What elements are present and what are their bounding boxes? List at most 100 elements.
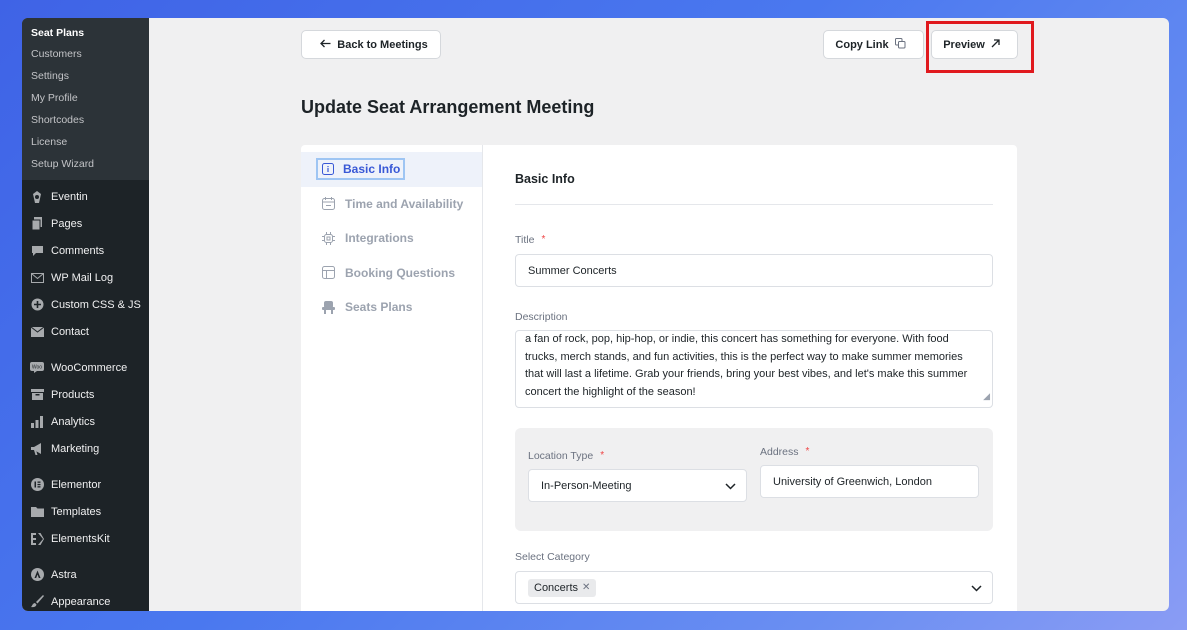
- location-panel: Location Type * In-Person-Meeting Address…: [515, 428, 993, 531]
- copy-link-button[interactable]: Copy Link: [823, 30, 924, 59]
- preview-highlight-box: [926, 21, 1034, 73]
- location-type-value: In-Person-Meeting: [541, 479, 632, 492]
- sidebar-item-label: Elementor: [51, 478, 102, 491]
- title-input[interactable]: Summer Concerts: [515, 254, 993, 287]
- copy-icon: [894, 37, 906, 52]
- integration-icon: [321, 231, 335, 245]
- settings-tabs: Basic Info Time and Availability Integra…: [301, 145, 483, 611]
- remove-tag-icon[interactable]: ✕: [582, 582, 590, 593]
- form-card: Basic Info Time and Availability Integra…: [301, 145, 1017, 611]
- table-icon: [321, 266, 335, 280]
- sidebar-item-eventin[interactable]: Eventin: [22, 183, 149, 210]
- address-label: Address *: [760, 446, 810, 458]
- plus-circle-icon: [30, 298, 44, 312]
- elementor-icon: [30, 478, 44, 492]
- address-input[interactable]: University of Greenwich, London: [760, 465, 979, 498]
- admin-sidebar: Seat Plans Customers Settings My Profile…: [22, 18, 149, 611]
- sidebar-item-contact[interactable]: Contact: [22, 318, 149, 345]
- mail-icon: [30, 271, 44, 285]
- main-content: Back to Meetings Copy Link Preview Updat…: [149, 18, 1169, 611]
- submenu-item-settings[interactable]: Settings: [22, 66, 149, 88]
- sidebar-item-elementskit[interactable]: ElementsKit: [22, 525, 149, 552]
- sidebar-item-astra[interactable]: Astra: [22, 561, 149, 588]
- sidebar-item-marketing[interactable]: Marketing: [22, 435, 149, 462]
- submenu-item-my-profile[interactable]: My Profile: [22, 88, 149, 110]
- tab-time-and-availability[interactable]: Time and Availability: [301, 187, 482, 222]
- comments-icon: [30, 244, 44, 258]
- sidebar-item-products[interactable]: Products: [22, 381, 149, 408]
- sidebar-item-label: Products: [51, 388, 95, 401]
- submenu-item-shortcodes[interactable]: Shortcodes: [22, 110, 149, 132]
- location-type-select[interactable]: In-Person-Meeting: [528, 469, 747, 502]
- tab-basic-info[interactable]: Basic Info: [301, 152, 482, 187]
- sidebar-item-comments[interactable]: Comments: [22, 237, 149, 264]
- arrow-left-icon: [320, 39, 331, 51]
- sidebar-item-templates[interactable]: Templates: [22, 498, 149, 525]
- megaphone-icon: [30, 442, 44, 456]
- description-label: Description: [515, 311, 568, 323]
- folder-icon: [30, 505, 44, 519]
- seat-icon: [321, 300, 335, 314]
- back-to-meetings-button[interactable]: Back to Meetings: [301, 30, 441, 59]
- sidebar-item-pages[interactable]: Pages: [22, 210, 149, 237]
- svg-text:Woo: Woo: [32, 365, 42, 371]
- products-icon: [30, 388, 44, 402]
- sidebar-item-woocommerce[interactable]: Woo WooCommerce: [22, 354, 149, 381]
- category-select[interactable]: Concerts ✕: [515, 571, 993, 604]
- sidebar-item-label: Appearance: [51, 595, 111, 608]
- back-button-label: Back to Meetings: [337, 38, 428, 51]
- envelope-icon: [30, 325, 44, 339]
- sidebar-item-label: WooCommerce: [51, 361, 128, 374]
- section-title: Basic Info: [515, 172, 575, 186]
- astra-icon: [30, 568, 44, 582]
- sidebar-item-wp-mail-log[interactable]: WP Mail Log: [22, 264, 149, 291]
- app-window: Seat Plans Customers Settings My Profile…: [22, 18, 1169, 611]
- sidebar-item-label: Marketing: [51, 442, 100, 455]
- submenu-title[interactable]: Seat Plans: [22, 24, 149, 44]
- calendar-icon: [321, 197, 335, 211]
- sidebar-item-label: WP Mail Log: [51, 271, 114, 284]
- sidebar-item-label: Contact: [51, 325, 89, 338]
- sidebar-item-appearance[interactable]: Appearance: [22, 588, 149, 611]
- category-label: Select Category: [515, 551, 590, 563]
- tab-label: Booking Questions: [345, 265, 456, 280]
- category-tag: Concerts ✕: [528, 578, 597, 597]
- sidebar-item-label: Eventin: [51, 190, 88, 203]
- tab-seats-plans[interactable]: Seats Plans: [301, 290, 482, 325]
- tab-label: Seats Plans: [345, 300, 413, 315]
- submenu-item-license[interactable]: License: [22, 132, 149, 154]
- location-type-label: Location Type *: [528, 450, 605, 462]
- eventin-icon: [30, 190, 44, 204]
- tab-integrations[interactable]: Integrations: [301, 221, 482, 256]
- resize-handle-icon[interactable]: ◢: [983, 388, 990, 406]
- required-mark: *: [541, 234, 546, 245]
- title-label: Title *: [515, 234, 546, 246]
- chevron-down-icon: [725, 479, 736, 493]
- chevron-down-icon: [971, 581, 982, 595]
- sidebar-item-custom-css-js[interactable]: Custom CSS & JS: [22, 291, 149, 318]
- sidebar-item-label: ElementsKit: [51, 532, 110, 545]
- brush-icon: [30, 595, 44, 609]
- description-textarea[interactable]: a fan of rock, pop, hip-hop, or indie, t…: [515, 330, 993, 408]
- info-icon: [321, 162, 335, 176]
- sidebar-item-label: Comments: [51, 244, 105, 257]
- pages-icon: [30, 217, 44, 231]
- analytics-icon: [30, 415, 44, 429]
- sidebar-item-label: Custom CSS & JS: [51, 298, 141, 311]
- tab-label: Integrations: [345, 231, 414, 246]
- sidebar-item-elementor[interactable]: Elementor: [22, 471, 149, 498]
- tab-label: Basic Info: [343, 162, 401, 177]
- section-divider: [515, 204, 993, 205]
- tab-booking-questions[interactable]: Booking Questions: [301, 256, 482, 291]
- tab-label: Time and Availability: [345, 196, 464, 211]
- elementskit-icon: [30, 532, 44, 546]
- sidebar-item-analytics[interactable]: Analytics: [22, 408, 149, 435]
- sidebar-item-label: Pages: [51, 217, 83, 230]
- submenu-item-customers[interactable]: Customers: [22, 44, 149, 66]
- copy-link-label: Copy Link: [835, 38, 889, 51]
- page-title: Update Seat Arrangement Meeting: [301, 97, 595, 117]
- sidebar-item-label: Astra: [51, 568, 77, 581]
- sidebar-item-label: Analytics: [51, 415, 96, 428]
- seat-plans-submenu: Seat Plans Customers Settings My Profile…: [22, 18, 149, 180]
- submenu-item-setup-wizard[interactable]: Setup Wizard: [22, 154, 149, 176]
